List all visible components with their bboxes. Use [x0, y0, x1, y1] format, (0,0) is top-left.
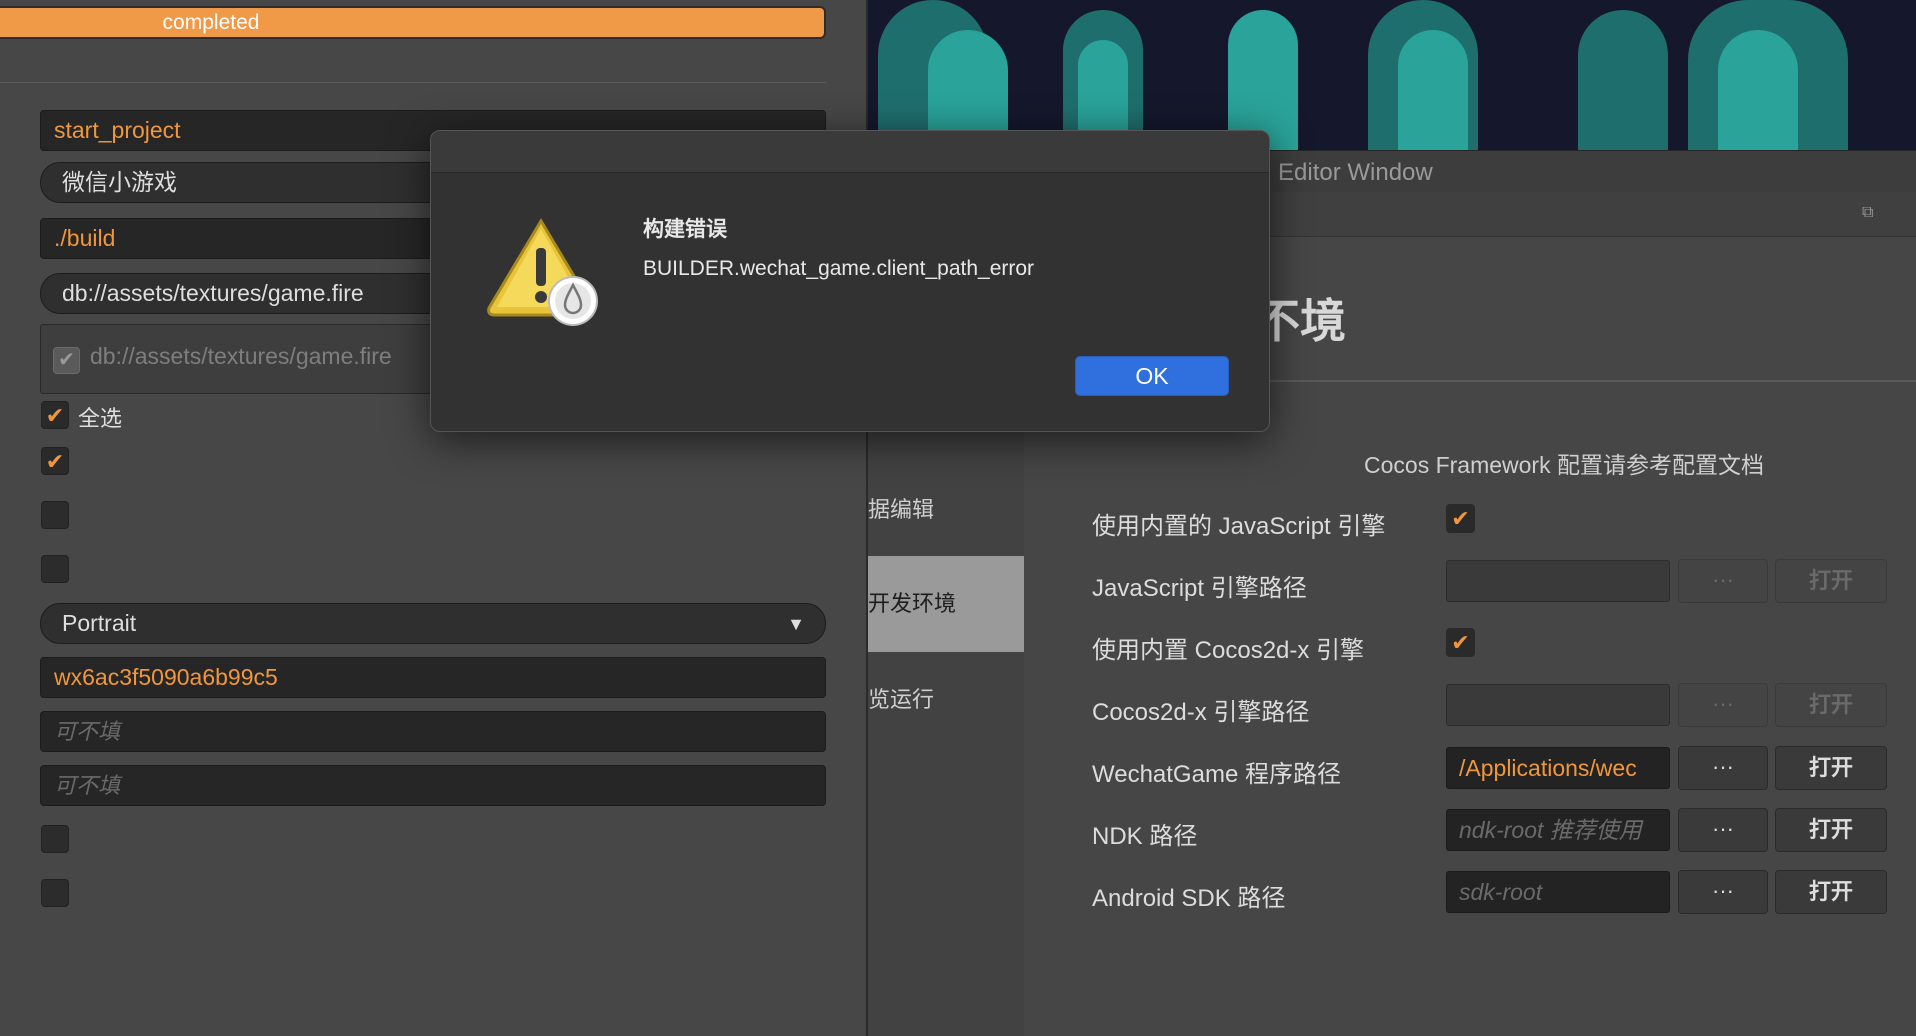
decor-arch [1398, 30, 1468, 150]
js-path-input[interactable] [1446, 560, 1670, 602]
warning-icon [487, 218, 598, 326]
js-path-browse-button[interactable]: ··· [1678, 559, 1768, 603]
screen: completed start_project 微信小游戏 ./build db… [0, 0, 1916, 1036]
ndk-path-label: NDK 路径 [1092, 823, 1198, 850]
dialog-title: 构建错误 [643, 218, 727, 241]
sidebar-item-preview[interactable]: 预览运行 [868, 652, 1024, 748]
decor-arch [1228, 10, 1298, 150]
ndk-path-open-button[interactable]: 打开 [1775, 808, 1887, 852]
wechat-path-label: WechatGame 程序路径 [1092, 761, 1341, 788]
wechat-path-browse-button[interactable]: ··· [1678, 746, 1768, 790]
dialog-titlebar [431, 131, 1269, 173]
scene-checkbox[interactable]: ✔ [53, 347, 80, 374]
select-all-label: 全选 [78, 406, 123, 431]
chevron-down-icon: ▼ [787, 614, 805, 634]
build-progress-bar: completed [0, 6, 826, 39]
wechat-path-open-button[interactable]: 打开 [1775, 746, 1887, 790]
orientation-value: Portrait [62, 610, 137, 636]
js-path-open-button[interactable]: 打开 [1775, 559, 1887, 603]
js-path-label: JavaScript 引擎路径 [1092, 575, 1307, 602]
scene-list-item: db://assets/textures/game.fire [90, 343, 392, 369]
cocos-path-open-button[interactable]: 打开 [1775, 683, 1887, 727]
ndk-path-input[interactable]: ndk-root 推荐使用 [1446, 809, 1670, 851]
optional-input-2[interactable]: 可不填 [40, 765, 826, 806]
game-preview-image [868, 0, 1916, 150]
dialog-message: BUILDER.wechat_game.client_path_error [643, 257, 1035, 280]
orientation-select[interactable]: Portrait ▼ [40, 603, 826, 644]
cocos-path-input[interactable] [1446, 684, 1670, 726]
decor-arch [1718, 30, 1798, 150]
builtin-cocos-checkbox[interactable]: ✔ [1446, 628, 1475, 657]
ndk-path-browse-button[interactable]: ··· [1678, 808, 1768, 852]
optional-input-1[interactable]: 可不填 [40, 711, 826, 752]
appid-input[interactable]: wx6ac3f5090a6b99c5 [40, 657, 826, 698]
divider [0, 82, 826, 83]
android-sdk-open-button[interactable]: 打开 [1775, 870, 1887, 914]
android-sdk-input[interactable]: sdk-root [1446, 871, 1670, 913]
error-dialog: 构建错误 BUILDER.wechat_game.client_path_err… [430, 130, 1270, 432]
option-checkbox-2[interactable] [41, 501, 69, 529]
wechat-path-input[interactable]: /Applications/wec [1446, 747, 1670, 789]
window-title: Editor Window [1278, 159, 1433, 186]
progress-label: completed [162, 11, 260, 34]
restore-window-icon[interactable]: ⧉ [1862, 204, 1880, 222]
option-checkbox-5[interactable] [41, 879, 69, 907]
cocos-path-label: Cocos2d-x 引擎路径 [1092, 699, 1310, 726]
android-sdk-browse-button[interactable]: ··· [1678, 870, 1768, 914]
ok-button[interactable]: OK [1075, 356, 1229, 396]
select-all-checkbox[interactable]: ✔ [41, 401, 69, 429]
cocos-path-browse-button[interactable]: ··· [1678, 683, 1768, 727]
builtin-js-label: 使用内置的 JavaScript 引擎 [1092, 513, 1386, 540]
android-sdk-label: Android SDK 路径 [1092, 885, 1286, 912]
decor-arch [1578, 10, 1668, 150]
option-checkbox-1[interactable]: ✔ [41, 447, 69, 475]
builtin-js-checkbox[interactable]: ✔ [1446, 504, 1475, 533]
option-checkbox-4[interactable] [41, 825, 69, 853]
sidebar-item-dev-env[interactable]: 主开发环境 [868, 556, 1024, 652]
framework-note: Cocos Framework 配置请参考配置文档 [1364, 452, 1764, 478]
builtin-cocos-label: 使用内置 Cocos2d-x 引擎 [1092, 637, 1365, 664]
sidebar-item-data-edit[interactable]: 数据编辑 [868, 462, 1024, 558]
option-checkbox-3[interactable] [41, 555, 69, 583]
